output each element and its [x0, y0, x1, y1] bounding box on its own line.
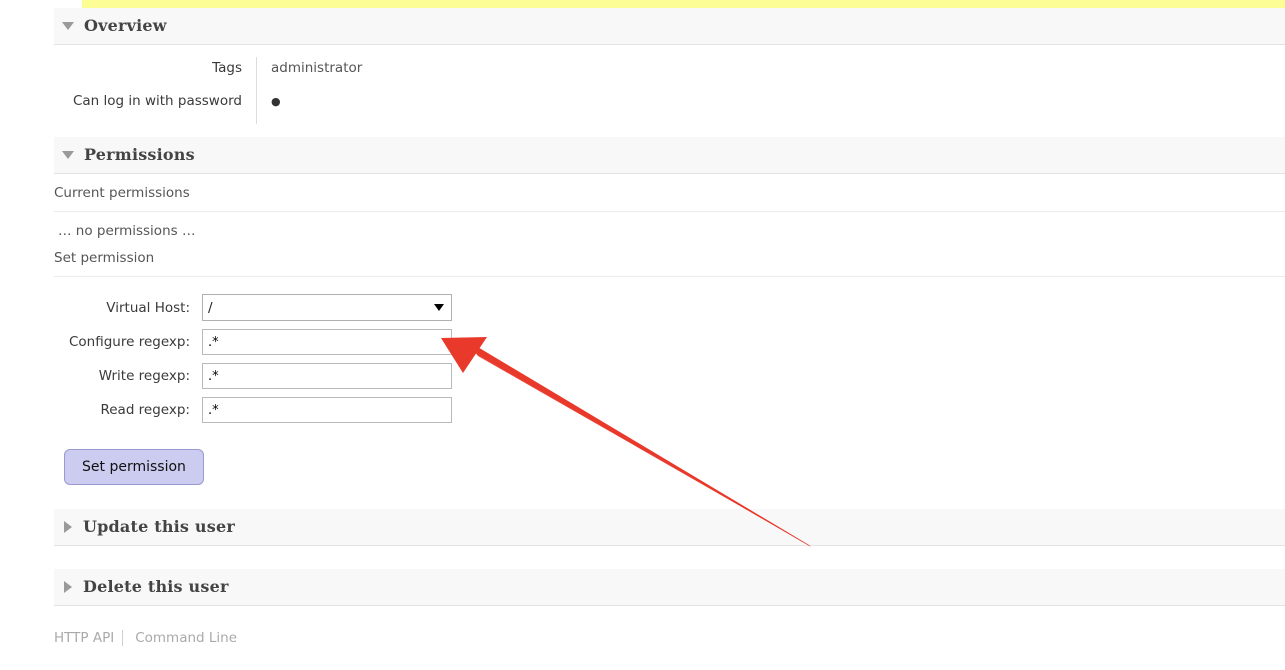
- form-bottom-spacer: [54, 485, 1285, 509]
- virtual-host-label: Virtual Host:: [106, 299, 190, 316]
- set-permission-form: Virtual Host: / Configure regexp: Write …: [54, 277, 1285, 485]
- overview-body: Tags administrator Can log in with passw…: [54, 45, 1285, 137]
- triangle-down-icon[interactable]: [62, 150, 74, 159]
- read-regexp-row: Read regexp:: [54, 397, 1285, 423]
- set-permission-button[interactable]: Set permission: [64, 449, 204, 485]
- footer-link-separator: [122, 630, 136, 646]
- configure-regexp-input[interactable]: [202, 329, 452, 355]
- can-login-value: ●: [256, 90, 1285, 124]
- current-permissions-label: Current permissions: [54, 174, 1285, 212]
- permissions-section-header[interactable]: Permissions: [54, 137, 1285, 174]
- permissions-body: Current permissions … no permissions … S…: [54, 174, 1285, 509]
- can-login-label: Can log in with password: [72, 93, 242, 109]
- overview-section-header[interactable]: Overview: [54, 8, 1285, 45]
- write-regexp-label: Write regexp:: [98, 368, 190, 384]
- read-regexp-label: Read regexp:: [100, 402, 190, 418]
- notification-bar: [82, 0, 1285, 8]
- tags-label: Tags: [212, 60, 242, 76]
- triangle-right-icon[interactable]: [64, 520, 72, 533]
- update-user-gap: [0, 546, 1285, 569]
- overview-section-title: Overview: [84, 16, 167, 35]
- delete-user-section-header[interactable]: Delete this user: [54, 569, 1285, 606]
- read-regexp-input[interactable]: [202, 397, 452, 423]
- set-permission-label: Set permission: [54, 239, 1285, 277]
- delete-user-section-title: Delete this user: [83, 577, 229, 596]
- write-regexp-row: Write regexp:: [54, 363, 1285, 389]
- configure-regexp-label: Configure regexp:: [68, 334, 190, 350]
- command-line-link[interactable]: Command Line: [135, 630, 237, 646]
- virtual-host-value: /: [208, 299, 213, 316]
- chevron-down-icon[interactable]: [434, 304, 444, 311]
- virtual-host-select[interactable]: /: [202, 294, 452, 321]
- overview-row-tags: Tags administrator: [54, 57, 1285, 91]
- tags-value: administrator: [256, 57, 1285, 91]
- configure-regexp-row: Configure regexp:: [54, 329, 1285, 355]
- write-regexp-input[interactable]: [202, 363, 452, 389]
- permissions-section-title: Permissions: [84, 145, 195, 164]
- overview-row-can-login: Can log in with password ●: [54, 90, 1285, 124]
- triangle-down-icon[interactable]: [62, 21, 74, 30]
- http-api-link[interactable]: HTTP API: [54, 630, 114, 646]
- user-detail-page: Overview Tags administrator Can log in w…: [0, 8, 1285, 646]
- virtual-host-row: Virtual Host: /: [54, 294, 1285, 321]
- update-user-section-header[interactable]: Update this user: [54, 509, 1285, 546]
- no-permissions-text: … no permissions …: [58, 223, 196, 239]
- triangle-right-icon[interactable]: [64, 580, 72, 593]
- footer-links: HTTP API Command Line: [54, 606, 1285, 646]
- update-user-section-title: Update this user: [83, 517, 235, 536]
